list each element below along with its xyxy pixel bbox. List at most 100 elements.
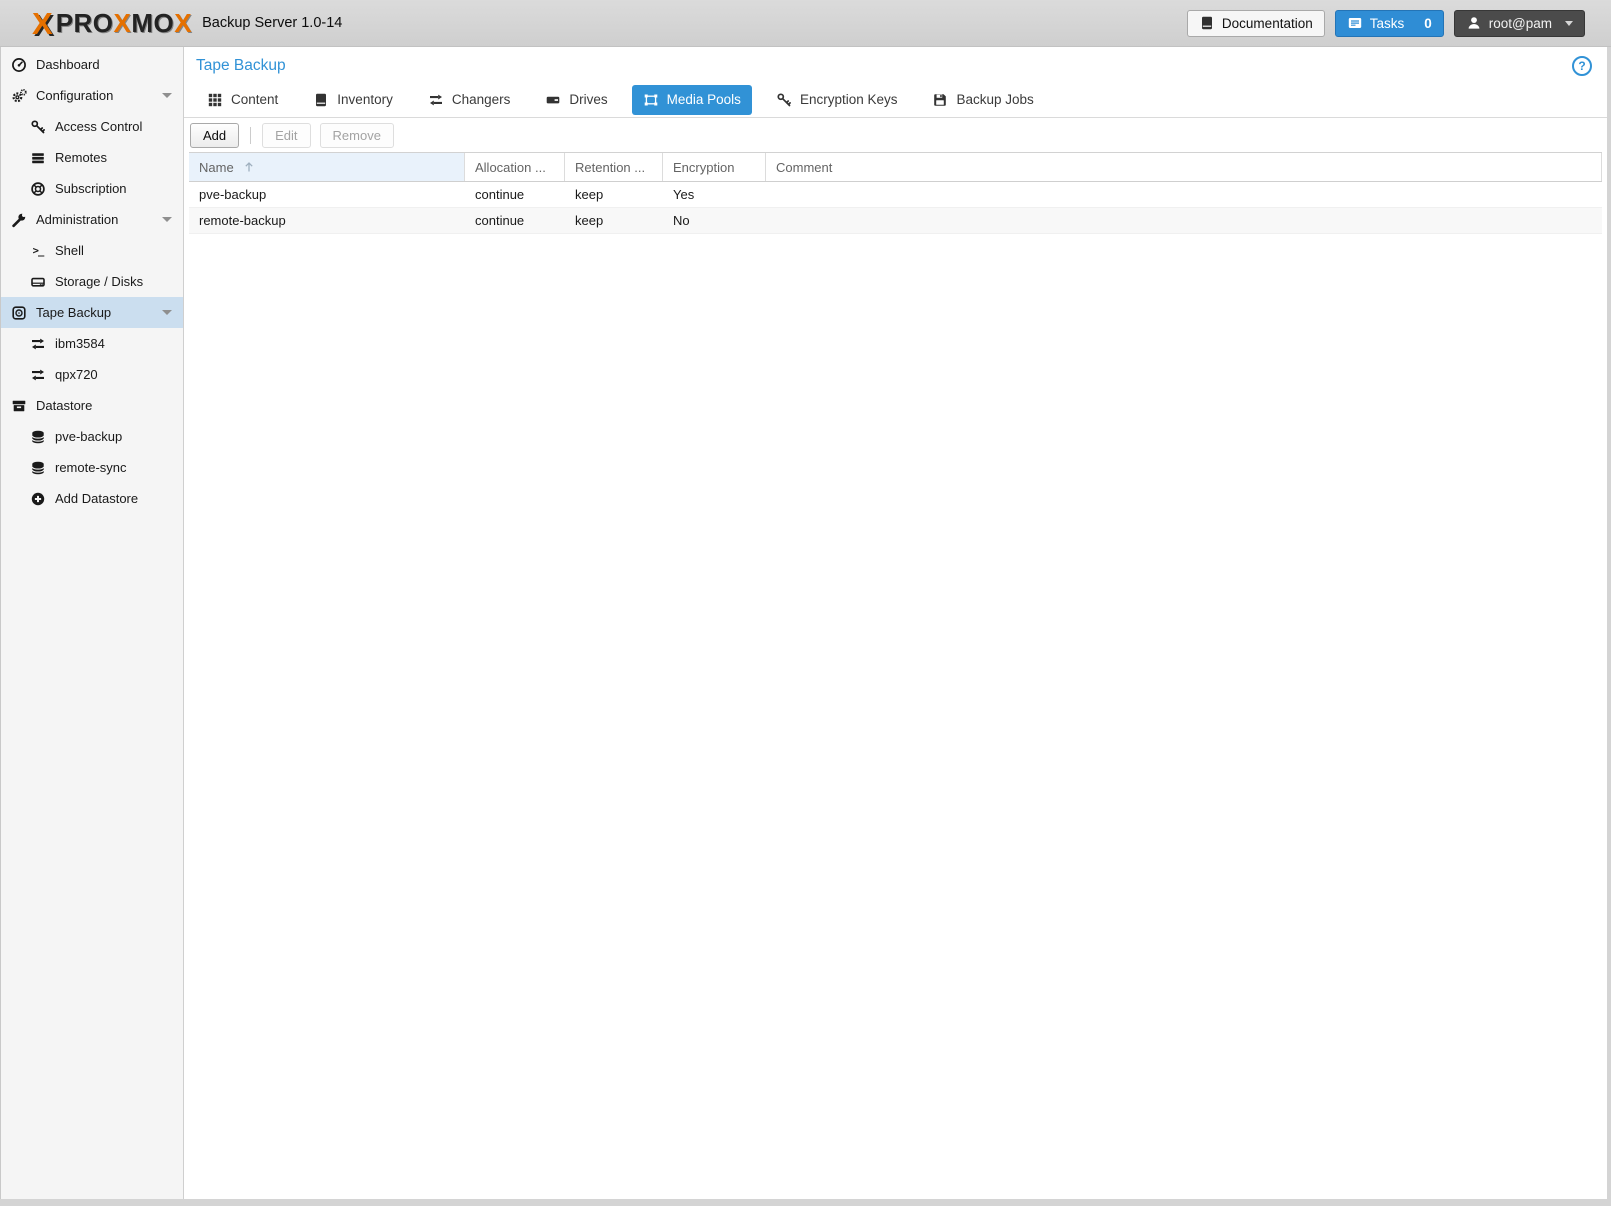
task-list-icon (1347, 15, 1363, 31)
cell-allocation: continue (465, 208, 565, 233)
remove-button[interactable]: Remove (320, 123, 394, 148)
sidebar-item-add-datastore[interactable]: Add Datastore (1, 483, 183, 514)
column-header-encryption[interactable]: Encryption (663, 153, 766, 181)
sidebar-item-datastore[interactable]: Datastore (1, 390, 183, 421)
gauge-icon (11, 57, 27, 73)
sidebar-item-storage-disks[interactable]: Storage / Disks (1, 266, 183, 297)
tab-drives[interactable]: Drives (534, 85, 618, 115)
cell-allocation: continue (465, 182, 565, 207)
proxmox-wordmark: PROXMOX (56, 10, 192, 36)
sidebar-item-pve-backup[interactable]: pve-backup (1, 421, 183, 452)
sidebar-item-remotes[interactable]: Remotes (1, 142, 183, 173)
table-header-row: Name Allocation ... Retention ... Encryp… (189, 153, 1602, 182)
database-icon (30, 429, 46, 445)
cell-comment (766, 182, 1602, 207)
book-icon (313, 92, 329, 108)
documentation-button[interactable]: Documentation (1187, 10, 1325, 37)
help-button[interactable]: ? (1572, 56, 1592, 76)
tab-label: Drives (569, 92, 607, 107)
tab-label: Changers (452, 92, 511, 107)
sidebar-item-label: pve-backup (55, 429, 122, 444)
documentation-label: Documentation (1222, 16, 1313, 31)
list-icon (30, 150, 46, 166)
plus-circle-icon (30, 491, 46, 507)
user-menu-button[interactable]: root@pam (1454, 10, 1585, 37)
wrench-icon (11, 212, 27, 228)
book-icon (1199, 15, 1215, 31)
column-header-retention[interactable]: Retention ... (565, 153, 663, 181)
sidebar-item-configuration[interactable]: Configuration (1, 80, 183, 111)
proxmox-x-icon: X (32, 8, 53, 39)
collapse-arrow-icon[interactable] (162, 217, 172, 222)
toolbar: Add Edit Remove (184, 118, 1607, 152)
archive-box-icon (11, 398, 27, 414)
media-pools-table: Name Allocation ... Retention ... Encryp… (189, 152, 1602, 234)
sidebar-item-qpx720[interactable]: qpx720 (1, 359, 183, 390)
gears-icon (11, 88, 27, 104)
tab-changers[interactable]: Changers (417, 85, 522, 115)
user-icon (1466, 15, 1482, 31)
cell-name: remote-backup (189, 208, 465, 233)
column-label: Name (199, 160, 234, 175)
column-header-allocation[interactable]: Allocation ... (465, 153, 565, 181)
column-header-name[interactable]: Name (189, 153, 465, 181)
proxmox-logo[interactable]: X PROXMOX (32, 8, 192, 39)
tab-backup-jobs[interactable]: Backup Jobs (921, 85, 1044, 115)
sidebar-item-label: Tape Backup (36, 305, 111, 320)
sidebar-item-label: Datastore (36, 398, 92, 413)
app-header: X PROXMOX Backup Server 1.0-14 Documenta… (0, 0, 1611, 47)
sidebar-item-ibm3584[interactable]: ibm3584 (1, 328, 183, 359)
add-button[interactable]: Add (190, 123, 239, 148)
tab-label: Backup Jobs (956, 92, 1033, 107)
exchange-arrows-icon (30, 367, 46, 383)
tab-label: Encryption Keys (800, 92, 898, 107)
sort-ascending-icon (243, 161, 255, 173)
sidebar-item-subscription[interactable]: Subscription (1, 173, 183, 204)
tab-encryption-keys[interactable]: Encryption Keys (765, 85, 909, 115)
sidebar-item-administration[interactable]: Administration (1, 204, 183, 235)
key-icon (30, 119, 46, 135)
sidebar-item-label: Storage / Disks (55, 274, 143, 289)
edit-button[interactable]: Edit (262, 123, 310, 148)
cell-comment (766, 208, 1602, 233)
exchange-arrows-icon (428, 92, 444, 108)
table-row-remote-backup[interactable]: remote-backup continue keep No (189, 208, 1602, 234)
sidebar-item-remote-sync[interactable]: remote-sync (1, 452, 183, 483)
page-title: Tape Backup (196, 57, 286, 75)
column-header-comment[interactable]: Comment (766, 153, 1602, 181)
exchange-arrows-icon (30, 336, 46, 352)
panel-title-row: Tape Backup ? (184, 47, 1607, 80)
tab-label: Media Pools (667, 92, 741, 107)
sidebar-item-shell[interactable]: >_ Shell (1, 235, 183, 266)
sidebar-item-label: remote-sync (55, 460, 127, 475)
drive-icon (545, 92, 561, 108)
app-title: Backup Server 1.0-14 (202, 15, 342, 31)
tasks-button[interactable]: Tasks 0 (1335, 10, 1444, 37)
collapse-arrow-icon[interactable] (162, 93, 172, 98)
grid-icon (207, 92, 223, 108)
tab-inventory[interactable]: Inventory (302, 85, 404, 115)
cell-name: pve-backup (189, 182, 465, 207)
tasks-count-badge: 0 (1424, 16, 1432, 31)
sidebar-item-label: Access Control (55, 119, 142, 134)
sidebar-item-access-control[interactable]: Access Control (1, 111, 183, 142)
toolbar-separator (250, 127, 251, 144)
header-actions: Documentation Tasks 0 root@pam (1187, 10, 1585, 37)
tab-bar: Content Inventory Changers Drives Media … (184, 80, 1607, 118)
chevron-down-icon (1565, 21, 1573, 26)
tab-media-pools[interactable]: Media Pools (632, 85, 752, 115)
table-row-pve-backup[interactable]: pve-backup continue keep Yes (189, 182, 1602, 208)
life-ring-icon (30, 181, 46, 197)
collapse-arrow-icon[interactable] (162, 310, 172, 315)
save-icon (932, 92, 948, 108)
sidebar-item-label: Add Datastore (55, 491, 138, 506)
tab-content[interactable]: Content (196, 85, 289, 115)
sidebar-item-label: ibm3584 (55, 336, 105, 351)
sidebar-item-label: Remotes (55, 150, 107, 165)
sidebar-item-label: qpx720 (55, 367, 98, 382)
database-icon (30, 460, 46, 476)
cell-encryption: No (663, 208, 766, 233)
terminal-icon: >_ (30, 243, 46, 259)
sidebar-item-dashboard[interactable]: Dashboard (1, 49, 183, 80)
sidebar-item-tape-backup[interactable]: Tape Backup (1, 297, 183, 328)
